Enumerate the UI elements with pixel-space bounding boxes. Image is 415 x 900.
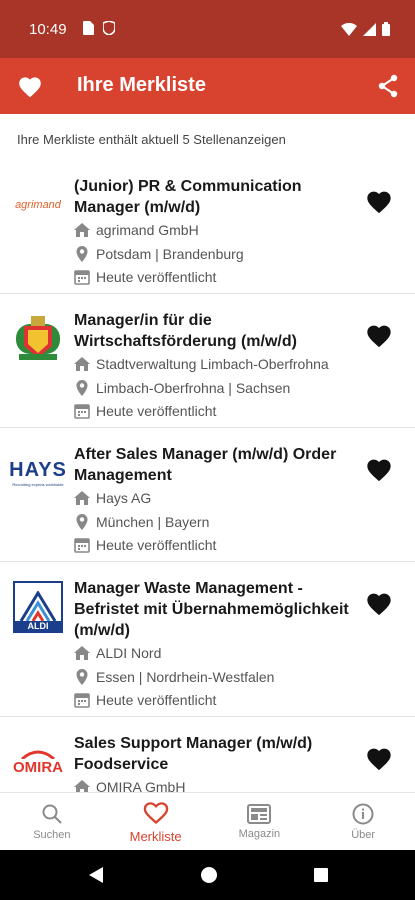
home-button-icon[interactable] — [200, 866, 218, 884]
cell-signal-icon — [363, 22, 376, 36]
job-list: agrimand (Junior) PR & Communication Man… — [0, 160, 415, 792]
page-title: Ihre Merkliste — [77, 74, 206, 96]
home-icon — [74, 223, 90, 237]
job-location: München | Bayern — [96, 514, 210, 530]
job-location: Essen | Nordrhein-Westfalen — [96, 669, 275, 685]
recents-icon[interactable] — [313, 867, 329, 883]
omira-arc-icon — [21, 750, 55, 759]
home-icon — [74, 357, 90, 371]
app-bar: Ihre Merkliste — [0, 58, 415, 114]
job-title[interactable]: Sales Support Manager (m/w/d) Foodservic… — [74, 733, 354, 775]
location-pin-icon — [76, 669, 88, 685]
company-logo: agrimand — [15, 199, 61, 211]
job-card[interactable]: Manager/in für die Wirtschaftsförderung … — [0, 294, 415, 428]
job-card[interactable]: agrimand (Junior) PR & Communication Man… — [0, 160, 415, 294]
back-icon[interactable] — [87, 866, 105, 884]
calendar-icon — [74, 404, 90, 419]
favorite-heart-icon[interactable] — [365, 322, 393, 348]
search-icon — [42, 804, 62, 824]
share-icon[interactable] — [377, 74, 399, 98]
job-title[interactable]: (Junior) PR & Communication Manager (m/w… — [74, 176, 354, 218]
publish-date: Heute veröffentlicht — [96, 692, 217, 708]
company-logo — [11, 312, 65, 366]
publish-date: Heute veröffentlicht — [96, 537, 217, 553]
battery-icon — [382, 22, 390, 36]
calendar-icon — [74, 270, 90, 285]
job-title[interactable]: Manager/in für die Wirtschaftsförderung … — [74, 310, 354, 352]
favorite-heart-icon[interactable] — [365, 188, 393, 214]
company-logo: ALDI — [11, 580, 65, 634]
nav-label: Magazin — [238, 827, 281, 840]
company-name: Stadtverwaltung Limbach-Oberfrohna — [96, 356, 329, 372]
nav-label: Merkliste — [129, 829, 182, 844]
sim-card-icon — [83, 21, 94, 35]
list-summary: Ihre Merkliste enthält aktuell 5 Stellen… — [17, 132, 286, 147]
home-icon — [74, 646, 90, 660]
system-nav-bar — [0, 850, 415, 900]
nav-item-suchen[interactable]: Suchen — [0, 793, 104, 850]
calendar-icon — [74, 693, 90, 708]
favorite-heart-icon[interactable] — [365, 590, 393, 616]
home-icon — [74, 491, 90, 505]
location-pin-icon — [76, 246, 88, 262]
location-pin-icon — [76, 380, 88, 396]
wifi-icon — [341, 22, 357, 36]
nav-item-ueber[interactable]: Über — [311, 793, 415, 850]
home-icon — [74, 780, 90, 792]
nav-label: Suchen — [33, 828, 71, 841]
favorite-heart-icon[interactable] — [365, 456, 393, 482]
nav-item-magazin[interactable]: Magazin — [208, 793, 312, 850]
company-name: Hays AG — [96, 490, 152, 506]
job-title[interactable]: Manager Waste Management - Befristet mit… — [74, 578, 354, 641]
company-logo: HAYS Recruiting experts worldwide — [9, 459, 67, 487]
status-time: 10:49 — [29, 21, 67, 38]
info-icon — [352, 803, 374, 824]
favorite-heart-icon[interactable] — [365, 745, 393, 771]
job-card[interactable]: OMIRA Sales Support Manager (m/w/d) Food… — [0, 717, 415, 792]
nav-item-merkliste[interactable]: Merkliste — [104, 793, 208, 850]
location-pin-icon — [76, 514, 88, 530]
crest-logo-icon — [16, 316, 60, 360]
publish-date: Heute veröffentlicht — [96, 269, 217, 285]
heart-icon — [19, 77, 41, 98]
publish-date: Heute veröffentlicht — [96, 403, 217, 419]
job-card[interactable]: HAYS Recruiting experts worldwide After … — [0, 428, 415, 562]
job-location: Potsdam | Brandenburg — [96, 246, 244, 262]
bottom-nav: Suchen Merkliste Magazin Über — [0, 792, 415, 850]
calendar-icon — [74, 538, 90, 553]
company-name: ALDI Nord — [96, 645, 162, 661]
status-bar: 10:49 — [0, 0, 415, 58]
company-logo: OMIRA — [11, 735, 65, 789]
heart-outline-icon — [143, 802, 168, 825]
job-title[interactable]: After Sales Manager (m/w/d) Order Manage… — [74, 444, 354, 486]
company-name: agrimand GmbH — [96, 222, 199, 238]
aldi-logo-icon — [19, 591, 57, 621]
magazine-icon — [247, 803, 272, 824]
nav-label: Über — [351, 828, 376, 841]
shield-icon — [103, 21, 115, 35]
job-card[interactable]: ALDI Manager Waste Management - Befriste… — [0, 562, 415, 717]
job-location: Limbach-Oberfrohna | Sachsen — [96, 380, 291, 396]
company-name: OMIRA GmbH — [96, 779, 186, 792]
